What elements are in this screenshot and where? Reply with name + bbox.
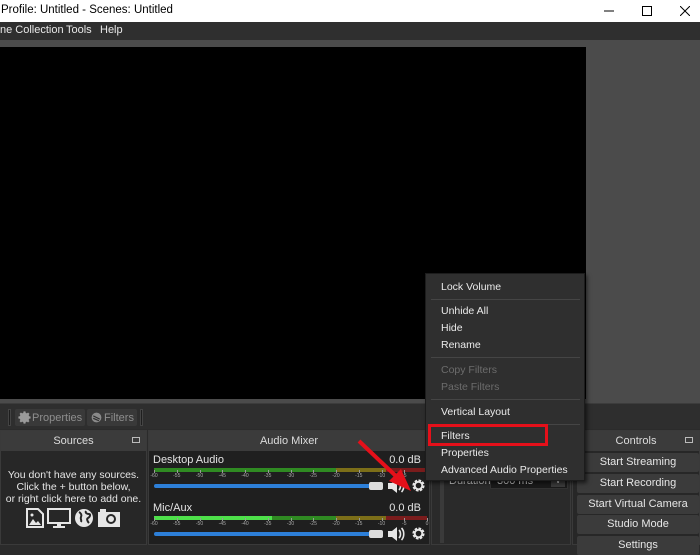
close-icon xyxy=(680,6,690,16)
undock-icon[interactable] xyxy=(685,437,693,443)
filters-icon xyxy=(91,412,102,423)
divider xyxy=(8,409,11,426)
menu-item-unhide-all[interactable]: Unhide All xyxy=(441,305,488,317)
properties-label: Properties xyxy=(32,411,83,424)
empty-line-1: You don't have any sources. xyxy=(7,469,140,481)
menu-help[interactable]: Help xyxy=(100,24,123,36)
minimize-icon xyxy=(604,10,614,12)
menu-item-hide[interactable]: Hide xyxy=(441,322,463,334)
annotation-arrow-icon xyxy=(357,439,411,491)
source-context-bar: Properties Filters xyxy=(0,403,700,429)
image-icon xyxy=(26,508,44,528)
audio-mixer-title: Audio Mixer xyxy=(259,435,319,447)
meter-tick-label: -40 xyxy=(241,473,249,479)
volume-fader[interactable] xyxy=(154,532,372,536)
menu-item-vertical-layout[interactable]: Vertical Layout xyxy=(441,406,510,418)
menu-tools[interactable]: Tools xyxy=(66,24,92,36)
meter-tick-label: -35 xyxy=(264,521,272,527)
title-bar: Profile: Untitled - Scenes: Untitled xyxy=(0,0,700,22)
meter-tick-label: -50 xyxy=(195,473,204,479)
meter-tick-label: -55 xyxy=(173,521,181,527)
filters-highlight-box xyxy=(428,424,548,446)
meter-tick-label: -30 xyxy=(286,521,295,527)
sources-header: Sources xyxy=(1,431,146,451)
meter-tick-label: -20 xyxy=(332,521,340,527)
menu-item-lock-volume[interactable]: Lock Volume xyxy=(441,281,501,293)
meter-tick-label: 0 xyxy=(425,521,429,527)
menu-item-properties[interactable]: Properties xyxy=(441,447,489,459)
meter-tick-label: -25 xyxy=(309,473,317,479)
meter-tick-label: -55 xyxy=(173,473,181,479)
monitor-icon xyxy=(47,508,71,528)
fader-handle[interactable] xyxy=(369,530,383,538)
start-streaming-button[interactable]: Start Streaming xyxy=(577,453,699,472)
menu-separator xyxy=(431,299,580,300)
speaker-icon[interactable] xyxy=(387,526,405,542)
empty-line-3: or right click here to add one. xyxy=(5,493,142,505)
maximize-icon xyxy=(642,6,652,16)
meter-tick-label: -30 xyxy=(286,473,295,479)
divider xyxy=(140,409,143,426)
gear-icon[interactable] xyxy=(411,526,426,541)
menu-separator xyxy=(431,357,580,358)
controls-dock: Controls Start Streaming Start Recording… xyxy=(572,430,700,555)
context-menu: Lock Volume Unhide All Hide Rename Copy … xyxy=(425,273,585,481)
menu-item-advanced-audio-properties[interactable]: Advanced Audio Properties xyxy=(441,464,568,476)
start-virtual-camera-button[interactable]: Start Virtual Camera xyxy=(577,495,699,514)
channel-db: 0.0 dB xyxy=(389,502,421,514)
meter-tick-label: -10 xyxy=(377,521,386,527)
meter-tick-label: -60 xyxy=(150,473,158,479)
globe-icon xyxy=(75,509,93,527)
channel-name: Desktop Audio xyxy=(153,454,224,466)
sources-dock: Sources You don't have any sources. Clic… xyxy=(0,430,147,545)
menu-item-paste-filters: Paste Filters xyxy=(441,381,500,393)
menu-separator xyxy=(431,399,580,400)
menu-item-copy-filters: Copy Filters xyxy=(441,364,498,376)
window-title: Profile: Untitled - Scenes: Untitled xyxy=(1,4,173,16)
menu-item-rename[interactable]: Rename xyxy=(441,339,481,351)
gear-icon xyxy=(18,411,31,424)
camera-icon xyxy=(98,509,120,527)
channel-name: Mic/Aux xyxy=(153,502,193,514)
meter-tick-label: -15 xyxy=(355,521,363,527)
undock-icon[interactable] xyxy=(132,437,140,443)
meter-tick-label: -40 xyxy=(241,521,249,527)
meter-tick-label: -50 xyxy=(195,521,204,527)
sources-title: Sources xyxy=(53,435,94,447)
controls-header: Controls xyxy=(573,431,699,451)
empty-line-2: Click the + button below, xyxy=(16,481,131,493)
studio-mode-button[interactable]: Studio Mode xyxy=(577,515,699,534)
meter-tick-label: -45 xyxy=(218,473,226,479)
menu-bar: ne Collection Tools Help xyxy=(0,22,700,40)
properties-button[interactable]: Properties xyxy=(15,409,86,426)
controls-title: Controls xyxy=(615,435,657,447)
close-button[interactable] xyxy=(662,0,700,22)
start-recording-button[interactable]: Start Recording xyxy=(577,474,699,493)
menu-scene-collection[interactable]: ne Collection xyxy=(0,24,64,36)
filters-button[interactable]: Filters xyxy=(87,409,137,426)
sources-empty-message[interactable]: You don't have any sources. Click the + … xyxy=(1,469,146,528)
meter-tick-label: -60 xyxy=(150,521,158,527)
volume-fader[interactable] xyxy=(154,484,372,488)
meter-tick-label: -20 xyxy=(332,473,340,479)
meter-tick-label: -45 xyxy=(218,521,226,527)
meter-tick-label: -25 xyxy=(309,521,317,527)
settings-button[interactable]: Settings xyxy=(577,536,699,555)
filters-label: Filters xyxy=(104,411,134,424)
meter-tick-label: -35 xyxy=(264,473,272,479)
